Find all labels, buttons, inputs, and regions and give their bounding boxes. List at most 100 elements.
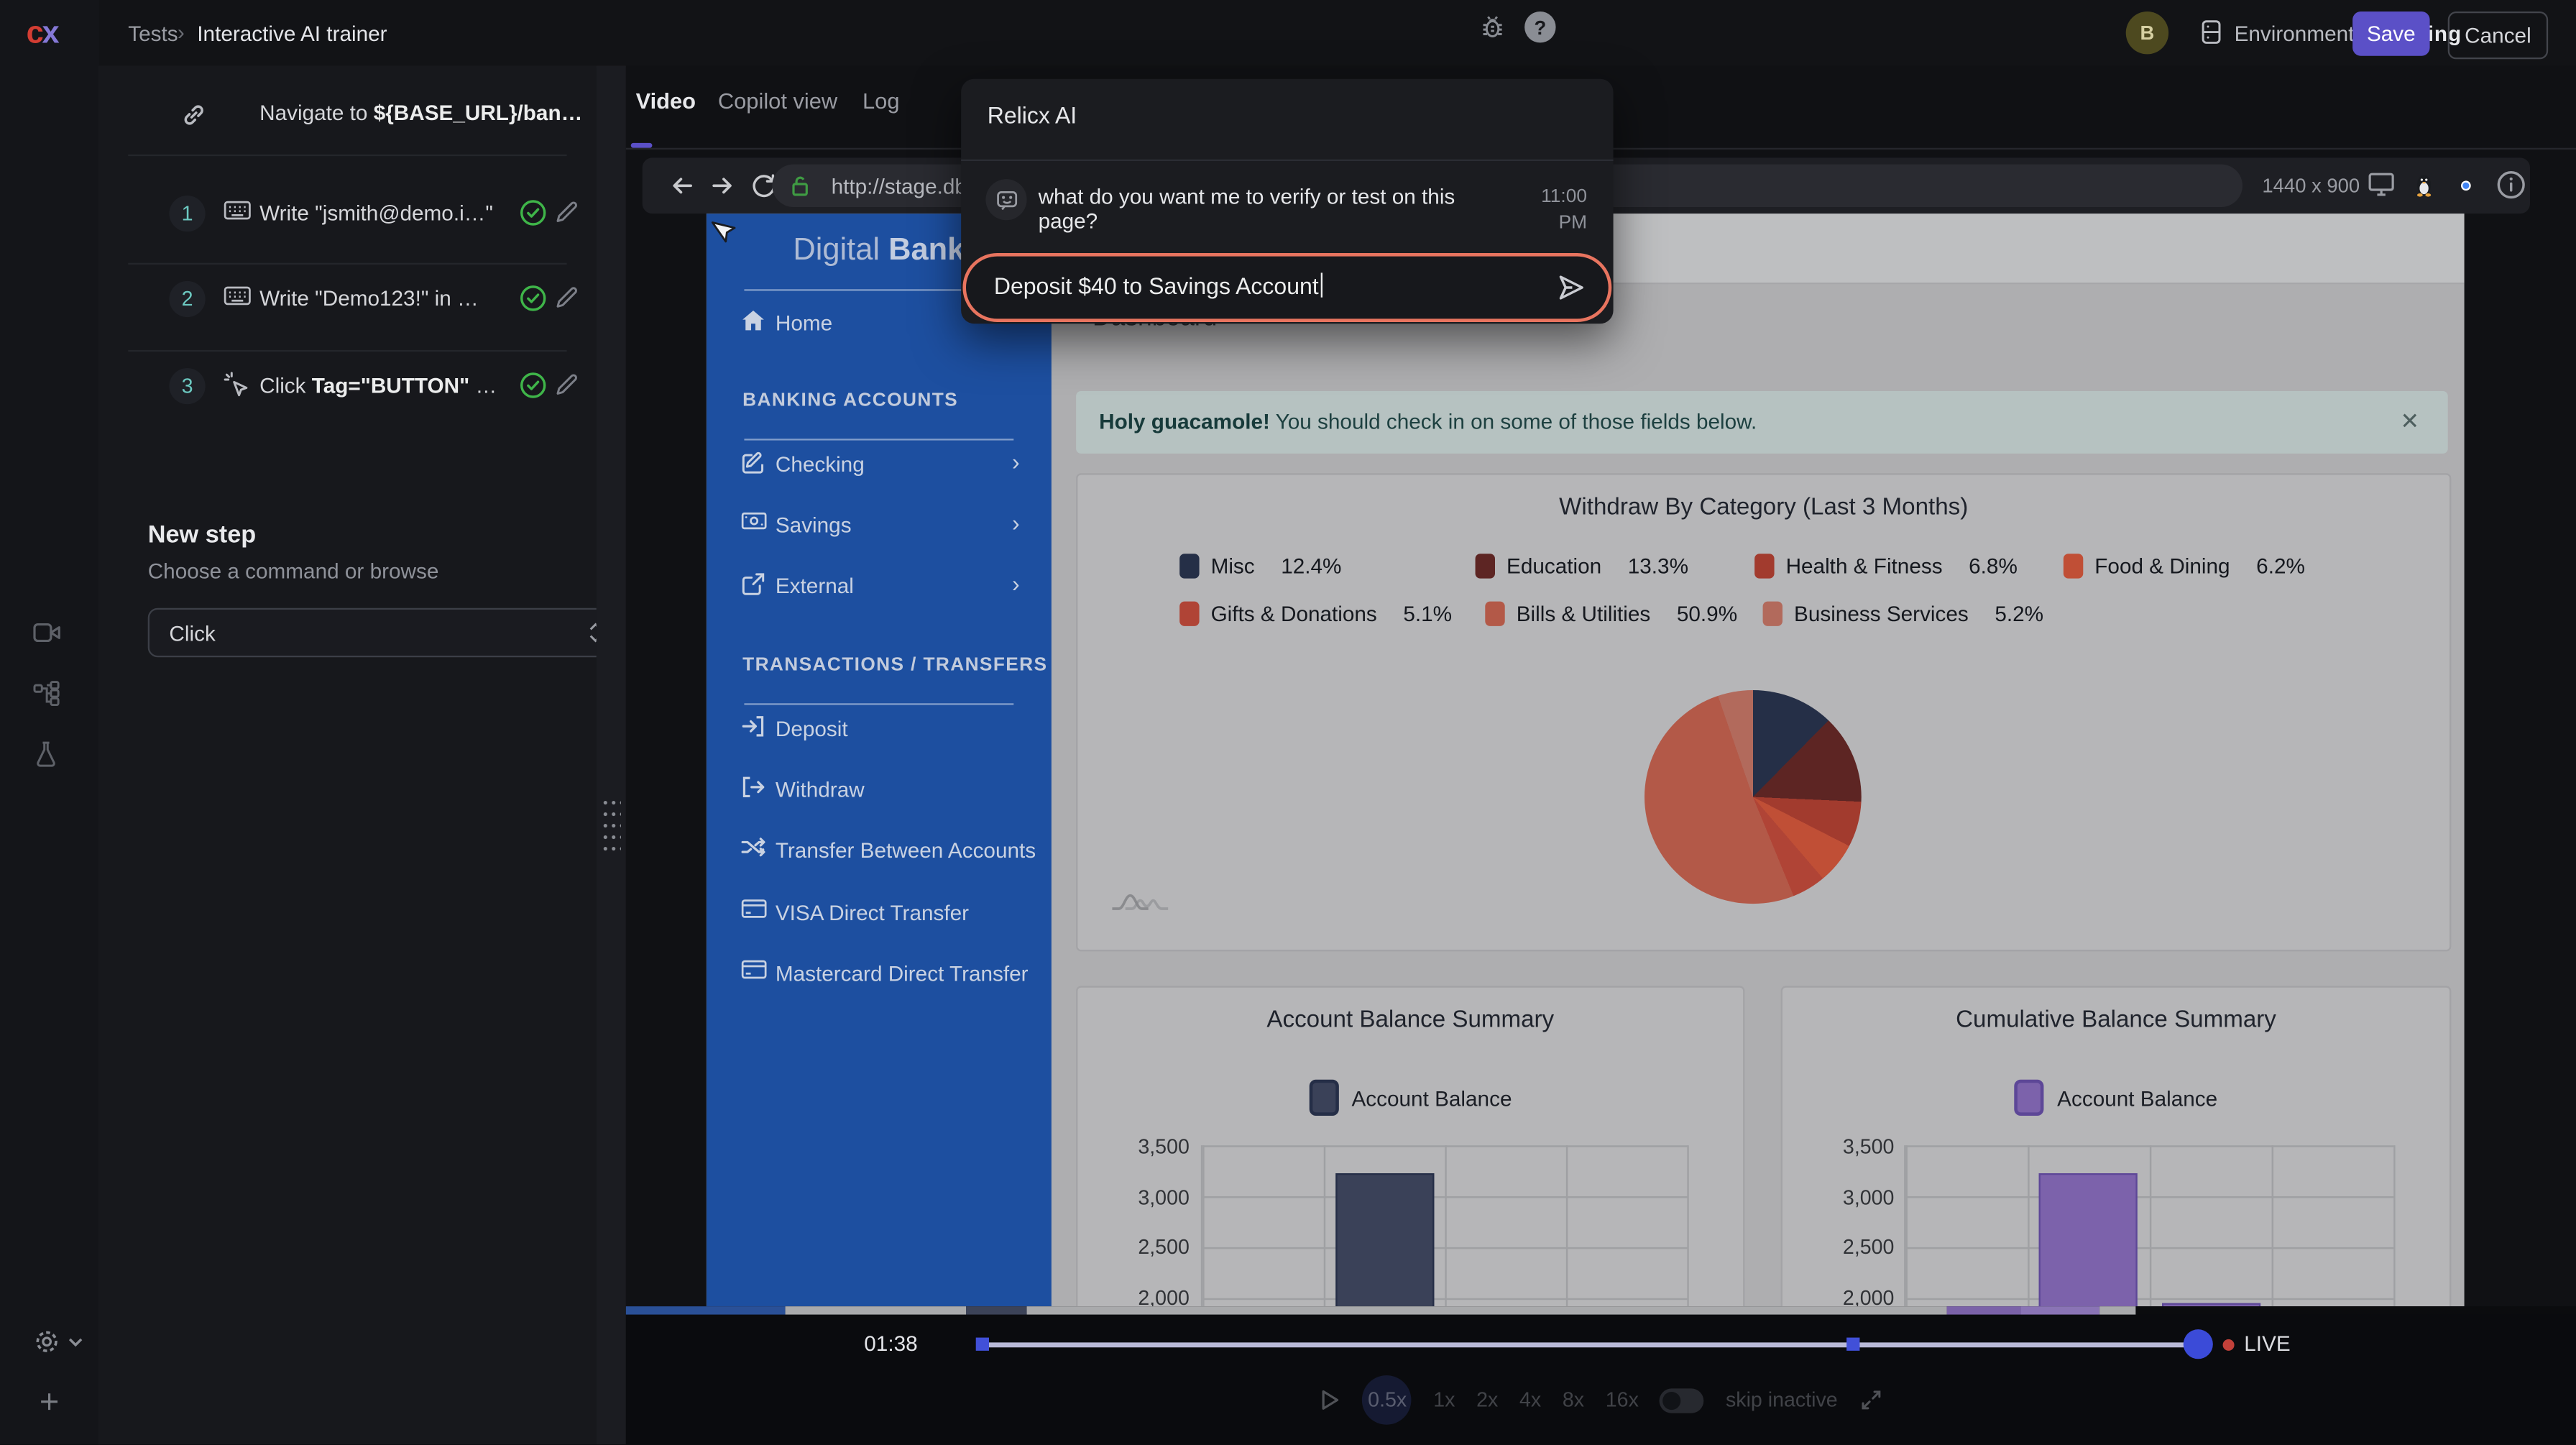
bank-nav-withdraw[interactable]: Withdraw: [707, 772, 1052, 808]
bar-chart-legend: Account Balance: [1782, 1080, 2450, 1116]
speed-2x[interactable]: 2x: [1476, 1388, 1498, 1411]
video-camera-icon[interactable]: [33, 621, 61, 644]
monitor-icon[interactable]: [2368, 171, 2396, 198]
tab-log[interactable]: Log: [862, 88, 900, 113]
toggle-knob: [1663, 1391, 1681, 1409]
skip-inactive-label: skip inactive: [1726, 1388, 1838, 1411]
shuffle-icon: [741, 836, 768, 858]
timeline-filmstrip[interactable]: [626, 1306, 2576, 1313]
relicx-logo[interactable]: cx: [27, 17, 58, 52]
bar-chart-card-cumulative: Cumulative Balance Summary Account Balan…: [1781, 986, 2452, 1306]
playhead[interactable]: [2184, 1329, 2213, 1359]
grip-dots-icon: [602, 797, 621, 853]
forward-arrow-icon[interactable]: [709, 173, 736, 199]
cancel-button[interactable]: Cancel: [2448, 12, 2548, 59]
step-row-2[interactable]: 2 Write "Demo123!" in …: [98, 263, 597, 336]
step-number: 1: [169, 196, 205, 231]
check-circle-icon: [519, 199, 547, 227]
step-navigate[interactable]: Navigate to ${BASE_URL}/ban…: [98, 79, 597, 152]
seek-marker-start[interactable]: [976, 1338, 989, 1351]
bank-nav-savings[interactable]: Savings ›: [707, 508, 1052, 543]
gear-icon[interactable]: [33, 1328, 61, 1356]
pie-chart-card: Withdraw By Category (Last 3 Months) Mis…: [1076, 473, 2451, 951]
speed-8x[interactable]: 8x: [1563, 1388, 1584, 1411]
legend-item: Food & Dining6.2%: [2064, 552, 2305, 579]
video-canvas[interactable]: Digital Bank Home BANKING ACCOUNTS Check…: [707, 214, 2465, 1306]
y-tick: 2,500: [1091, 1236, 1190, 1259]
skip-inactive-toggle[interactable]: [1660, 1387, 1705, 1412]
bank-nav-external[interactable]: External ›: [707, 569, 1052, 605]
sign-in-icon: [741, 715, 765, 738]
bank-nav-checking[interactable]: Checking ›: [707, 447, 1052, 483]
chevron-right-icon: ›: [1012, 510, 1020, 536]
user-avatar[interactable]: B: [2126, 12, 2168, 54]
new-step-title: New step: [148, 521, 257, 549]
plus-icon[interactable]: [38, 1390, 61, 1413]
divider: [744, 439, 1013, 440]
fullscreen-icon[interactable]: [1859, 1388, 1882, 1411]
url-text: http://stage.dba: [832, 174, 979, 198]
tab-copilot-view[interactable]: Copilot view: [718, 88, 837, 113]
bank-section-accounts: BANKING ACCOUNTS: [742, 391, 958, 410]
speed-1x[interactable]: 1x: [1433, 1388, 1455, 1411]
legend-item: Gifts & Donations5.1%: [1179, 600, 1452, 626]
seek-bar[interactable]: [983, 1341, 2209, 1347]
flow-tree-icon[interactable]: [33, 680, 61, 707]
chat-timestamp: 11:00PM: [1522, 184, 1587, 237]
info-circle-icon[interactable]: [2496, 169, 2526, 200]
step-number: 3: [169, 368, 205, 404]
edit-pencil-icon[interactable]: [556, 201, 579, 224]
link-icon: [180, 102, 207, 129]
speed-4x[interactable]: 4x: [1519, 1388, 1541, 1411]
panel-resize-handle[interactable]: [597, 65, 626, 1444]
chevron-down-icon[interactable]: [65, 1333, 85, 1352]
top-bar: Tests › Interactive AI trainer ? B Envir…: [98, 0, 2576, 68]
step-row-3[interactable]: 3 Click Tag="BUTTON" …: [98, 350, 597, 423]
back-arrow-icon[interactable]: [668, 173, 695, 199]
left-rail: cx: [0, 0, 100, 1445]
play-icon[interactable]: [1320, 1388, 1341, 1411]
breadcrumb-tests[interactable]: Tests: [128, 22, 178, 46]
bank-nav-visa-transfer[interactable]: VISA Direct Transfer: [707, 896, 1052, 932]
new-step-subtitle: Choose a command or browse: [148, 559, 439, 583]
legend-item: Bills & Utilities50.9%: [1485, 600, 1737, 626]
keyboard-icon: [224, 284, 252, 307]
save-button[interactable]: Save: [2352, 12, 2429, 56]
legend-swatch: [1309, 1080, 1338, 1116]
speed-0.5x[interactable]: 0.5x: [1363, 1375, 1412, 1425]
speed-16x[interactable]: 16x: [1606, 1388, 1639, 1411]
chevron-right-icon: ›: [1012, 449, 1020, 475]
bank-nav-transfer[interactable]: Transfer Between Accounts: [707, 833, 1052, 869]
bar-plot-area: [1201, 1145, 1689, 1306]
command-select[interactable]: Click: [148, 608, 625, 658]
flask-icon[interactable]: [33, 741, 60, 768]
bar-chart-card-account: Account Balance Summary Account Balance …: [1076, 986, 1744, 1306]
ai-command-input[interactable]: Deposit $40 to Savings Account: [962, 253, 1611, 322]
live-label: LIVE: [2244, 1331, 2290, 1355]
legend-item: Misc12.4%: [1179, 552, 1341, 579]
chat-bot-avatar-icon: [985, 179, 1026, 220]
step-row-1[interactable]: 1 Write "jsmith@demo.i…": [98, 178, 597, 250]
sparkline-icon: [1110, 891, 1173, 912]
edit-pencil-icon[interactable]: [556, 373, 579, 396]
help-icon[interactable]: ?: [1524, 12, 1555, 42]
bar: [2039, 1173, 2138, 1306]
alert-close-icon[interactable]: ✕: [2400, 408, 2419, 436]
bank-sidebar: Digital Bank Home BANKING ACCOUNTS Check…: [707, 214, 1052, 1306]
bank-nav-deposit[interactable]: Deposit: [707, 712, 1052, 748]
bug-icon[interactable]: [1478, 13, 1506, 41]
home-icon: [741, 309, 765, 332]
y-tick: 3,000: [1795, 1186, 1894, 1209]
live-dot: [2223, 1339, 2235, 1350]
linux-penguin-icon: [2414, 173, 2435, 197]
pie-chart-title: Withdraw By Category (Last 3 Months): [1077, 495, 2450, 521]
edit-pencil-icon[interactable]: [556, 286, 579, 309]
bank-nav-mastercard-transfer[interactable]: Mastercard Direct Transfer: [707, 956, 1052, 992]
bank-section-transactions: TRANSACTIONS / TRANSFERS: [742, 656, 1047, 675]
send-icon[interactable]: [1554, 271, 1587, 304]
seek-marker-event[interactable]: [1846, 1338, 1859, 1351]
environment-icon: [2198, 18, 2225, 46]
external-link-icon: [741, 572, 765, 596]
active-tab-indicator: [631, 143, 653, 148]
tab-video[interactable]: Video: [636, 88, 696, 113]
